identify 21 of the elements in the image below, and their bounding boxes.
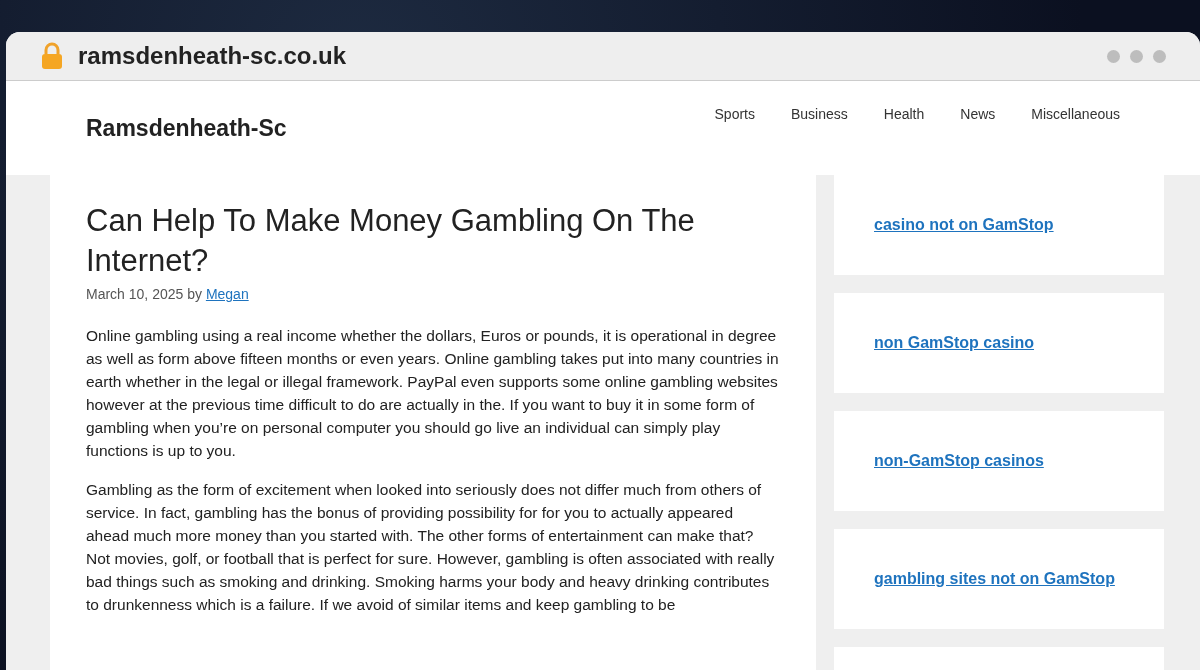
- nav-link[interactable]: Sports: [714, 106, 755, 122]
- nav-link[interactable]: Business: [791, 106, 848, 122]
- nav-link[interactable]: Health: [883, 106, 925, 122]
- nav-link[interactable]: News: [960, 106, 996, 122]
- url-text: ramsdenheath-sc.co.uk: [78, 42, 347, 70]
- post-date: March 10, 2025: [86, 285, 184, 302]
- author-link[interactable]: Megan: [205, 285, 249, 302]
- article-paragraph: Online gambling using a real income whether the dollars, Euros or pounds, it is operational in degree as well as form above fifteen months or even years. Online gambling takes put into many countries in earth whether in the legal or illegal framework. PayPal even supports some online gambling websites however at the previous time difficult to do are actually in the. If you want to buy it in some form of gambling when you’re on personal computer you should go live an individual can simply play functions is up to you.: [86, 325, 780, 461]
- sidebar-link[interactable]: gambling sites not on GamStop: [874, 570, 1115, 588]
- site-title[interactable]: Ramsdenheath-Sc: [86, 114, 287, 142]
- byline-text: by: [187, 285, 202, 302]
- window-dot: [1153, 49, 1166, 63]
- nav-link[interactable]: Miscellaneous: [1031, 106, 1120, 122]
- article-title: Can Help To Make Money Gambling On The Internet?: [86, 202, 696, 281]
- window-dot: [1130, 49, 1143, 63]
- sidebar-link[interactable]: non-GamStop casinos: [874, 452, 1044, 470]
- sidebar-link[interactable]: casino not on GamStop: [874, 216, 1054, 234]
- sidebar-link[interactable]: non GamStop casino: [874, 334, 1034, 352]
- article-paragraph: Gambling as the form of excitement when looked into seriously does not differ much from others of service. In fact, gambling has the bonus of providing possibility for for you to actually appeared ahead much more money than you started with. The other forms of entertainment can make that? Not movies, golf, or football that is perfect for sure. However, gambling is often associated with really bad things such as smoking and drinking. Smoking harms your body and heavy drinking contributes to drunkenness which is a failure. If we avoid of similar items and keep gambling to be: [86, 479, 776, 615]
- lock-icon: [40, 42, 64, 70]
- window-dot: [1107, 49, 1120, 63]
